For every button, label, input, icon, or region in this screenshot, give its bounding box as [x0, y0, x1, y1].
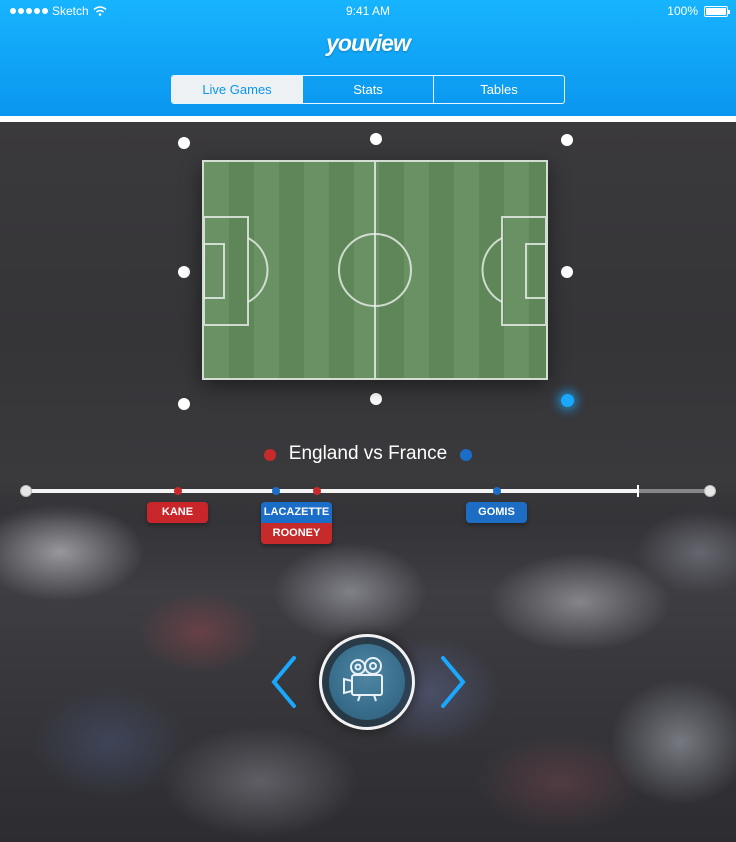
- tab-stats[interactable]: Stats: [302, 76, 433, 103]
- status-bar: Sketch 9:41 AM 100%: [0, 0, 736, 22]
- match-title: England vs France: [288, 443, 448, 464]
- video-camera-icon: [343, 657, 383, 702]
- clock: 9:41 AM: [345, 4, 391, 18]
- tab-live-games[interactable]: Live Games: [172, 76, 302, 103]
- resize-handle-left[interactable]: [178, 266, 190, 278]
- event-marker-lacazette[interactable]: [272, 487, 280, 495]
- football-pitch[interactable]: [202, 160, 548, 380]
- event-tag-rooney[interactable]: ROONEY: [261, 523, 332, 544]
- pitch-markings: [204, 162, 546, 378]
- battery-icon: [704, 5, 730, 17]
- resize-handle-top-left[interactable]: [178, 137, 190, 149]
- brand-logo: youview: [326, 30, 411, 56]
- event-marker-rooney[interactable]: [313, 487, 321, 495]
- timeline-progress: [26, 489, 638, 493]
- segmented-control: Live Games Stats Tables: [171, 75, 565, 104]
- tab-tables[interactable]: Tables: [433, 76, 564, 103]
- timeline-playhead[interactable]: [637, 485, 639, 497]
- away-team-dot: [460, 449, 472, 461]
- battery-percent: 100%: [667, 4, 698, 18]
- resize-handle-bottom-left[interactable]: [178, 398, 190, 410]
- camera-view-button[interactable]: [319, 634, 415, 730]
- timeline-start-knob[interactable]: [20, 485, 32, 497]
- resize-handle-top[interactable]: [370, 133, 382, 145]
- chevron-left-icon[interactable]: [266, 654, 300, 710]
- resize-handle-bottom[interactable]: [370, 393, 382, 405]
- timeline-end-knob[interactable]: [704, 485, 716, 497]
- event-tag-stack[interactable]: LACAZETTE ROONEY: [261, 502, 332, 544]
- resize-handle-top-right[interactable]: [561, 134, 573, 146]
- event-tag-lacazette[interactable]: LACAZETTE: [261, 502, 332, 523]
- event-tag-gomis[interactable]: GOMIS: [466, 502, 527, 523]
- resize-handle-right[interactable]: [561, 266, 573, 278]
- app-header: Sketch 9:41 AM 100% youview Live Games S…: [0, 0, 736, 116]
- resize-handle-bottom-right[interactable]: [561, 394, 574, 407]
- event-tag-kane[interactable]: KANE: [147, 502, 208, 523]
- event-marker-kane[interactable]: [174, 487, 182, 495]
- event-marker-gomis[interactable]: [493, 487, 501, 495]
- chevron-right-icon[interactable]: [437, 654, 471, 710]
